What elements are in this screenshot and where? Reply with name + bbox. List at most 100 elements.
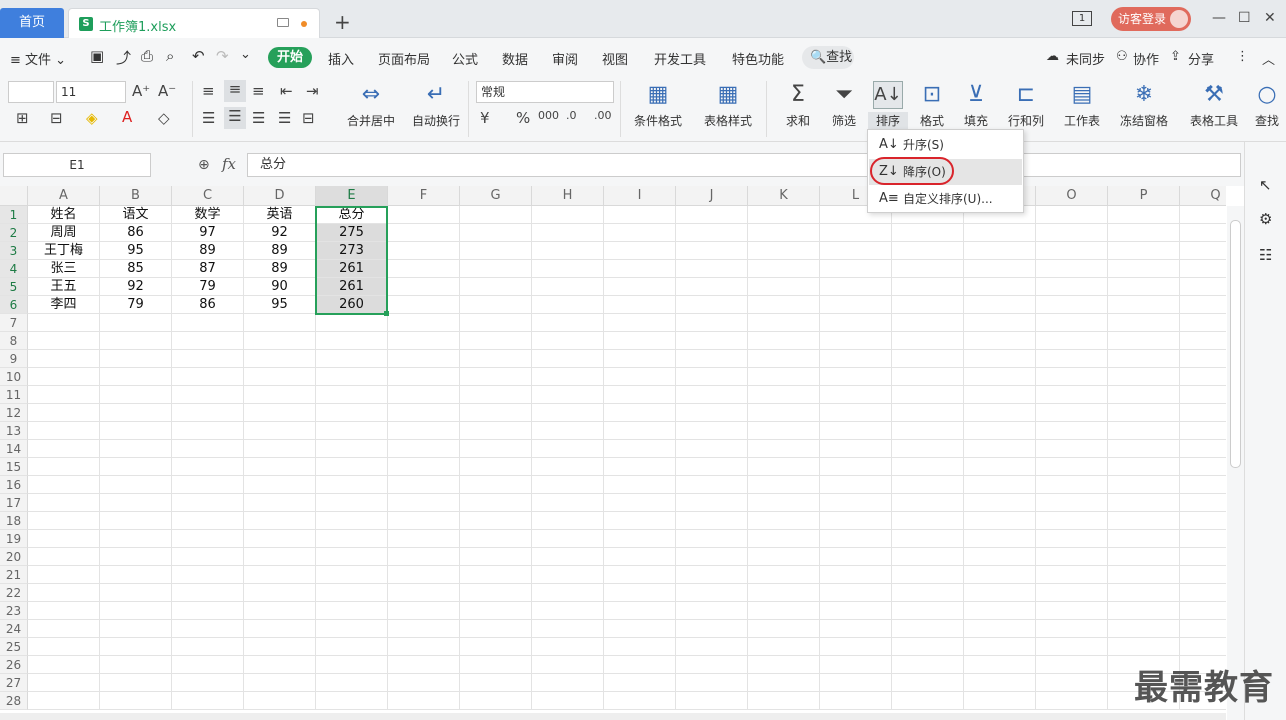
table-cell[interactable] bbox=[892, 458, 964, 476]
table-cell[interactable] bbox=[676, 674, 748, 692]
table-cell[interactable] bbox=[1108, 548, 1180, 566]
table-cell[interactable] bbox=[316, 620, 388, 638]
table-cell[interactable]: 王五 bbox=[28, 278, 100, 296]
table-cell[interactable] bbox=[244, 404, 316, 422]
vertical-scrollbar[interactable] bbox=[1227, 206, 1244, 720]
table-cell[interactable] bbox=[964, 314, 1036, 332]
minimize-button[interactable]: — bbox=[1212, 10, 1226, 26]
table-cell[interactable] bbox=[892, 278, 964, 296]
table-cell[interactable] bbox=[244, 584, 316, 602]
table-cell[interactable] bbox=[748, 296, 820, 314]
table-cell[interactable] bbox=[748, 260, 820, 278]
table-cell[interactable] bbox=[676, 368, 748, 386]
table-cell[interactable] bbox=[1036, 494, 1108, 512]
table-cell[interactable] bbox=[1108, 584, 1180, 602]
table-cell[interactable] bbox=[532, 674, 604, 692]
table-cell[interactable] bbox=[28, 404, 100, 422]
table-cell[interactable] bbox=[676, 314, 748, 332]
percent-icon[interactable]: % bbox=[516, 109, 530, 127]
table-cell[interactable] bbox=[1180, 242, 1226, 260]
table-cell[interactable] bbox=[460, 350, 532, 368]
table-cell[interactable] bbox=[1108, 314, 1180, 332]
table-cell[interactable] bbox=[532, 692, 604, 710]
row-header[interactable]: 12 bbox=[0, 404, 28, 422]
table-cell[interactable] bbox=[388, 620, 460, 638]
table-cell[interactable] bbox=[244, 386, 316, 404]
row-header[interactable]: 14 bbox=[0, 440, 28, 458]
table-cell[interactable] bbox=[748, 476, 820, 494]
table-cell[interactable] bbox=[100, 638, 172, 656]
table-cell[interactable] bbox=[100, 404, 172, 422]
table-cell[interactable] bbox=[460, 566, 532, 584]
table-cell[interactable] bbox=[1180, 512, 1226, 530]
table-cell[interactable] bbox=[316, 494, 388, 512]
table-cell[interactable] bbox=[28, 512, 100, 530]
table-cell[interactable] bbox=[100, 422, 172, 440]
table-cell[interactable] bbox=[820, 278, 892, 296]
table-cell[interactable] bbox=[964, 332, 1036, 350]
table-cell[interactable]: 89 bbox=[244, 242, 316, 260]
align-top-icon[interactable]: ≡ bbox=[202, 82, 215, 100]
table-cell[interactable] bbox=[892, 656, 964, 674]
table-cell[interactable] bbox=[820, 566, 892, 584]
new-tab-button[interactable]: + bbox=[334, 12, 351, 32]
table-cell[interactable] bbox=[676, 296, 748, 314]
table-cell[interactable] bbox=[28, 674, 100, 692]
align-right-icon[interactable]: ☰ bbox=[252, 109, 265, 127]
table-cell[interactable] bbox=[28, 620, 100, 638]
table-cell[interactable] bbox=[892, 440, 964, 458]
row-header[interactable]: 24 bbox=[0, 620, 28, 638]
table-cell[interactable] bbox=[460, 242, 532, 260]
number-format-select[interactable]: 常规 bbox=[476, 81, 614, 103]
file-menu[interactable]: ≡ 文件 ⌄ bbox=[10, 49, 66, 68]
save-icon[interactable]: ▣ bbox=[90, 47, 104, 65]
column-header[interactable]: I bbox=[604, 186, 676, 206]
table-cell[interactable] bbox=[1036, 332, 1108, 350]
collab-icon[interactable]: ⚇ bbox=[1116, 49, 1128, 64]
table-cell[interactable] bbox=[532, 332, 604, 350]
table-cell[interactable] bbox=[532, 278, 604, 296]
table-cell[interactable]: 275 bbox=[316, 224, 388, 242]
table-cell[interactable] bbox=[748, 566, 820, 584]
table-cell[interactable] bbox=[604, 350, 676, 368]
fill-button[interactable]: ⊻ 填充 bbox=[958, 81, 994, 129]
table-cell[interactable]: 89 bbox=[244, 260, 316, 278]
table-cell[interactable] bbox=[460, 584, 532, 602]
table-cell[interactable] bbox=[1036, 602, 1108, 620]
table-cell[interactable] bbox=[100, 584, 172, 602]
share-label[interactable]: 分享 bbox=[1188, 49, 1214, 68]
table-cell[interactable] bbox=[244, 530, 316, 548]
table-cell[interactable] bbox=[172, 656, 244, 674]
table-cell[interactable] bbox=[316, 512, 388, 530]
row-col-button[interactable]: ⊏ 行和列 bbox=[1002, 81, 1050, 129]
table-cell[interactable] bbox=[1180, 314, 1226, 332]
table-cell[interactable] bbox=[244, 638, 316, 656]
table-cell[interactable] bbox=[748, 350, 820, 368]
table-cell[interactable] bbox=[28, 692, 100, 710]
table-cell[interactable] bbox=[820, 548, 892, 566]
table-cell[interactable] bbox=[964, 422, 1036, 440]
scrollbar-thumb[interactable] bbox=[1230, 220, 1241, 468]
table-cell[interactable]: 260 bbox=[316, 296, 388, 314]
table-cell[interactable] bbox=[460, 332, 532, 350]
table-cell[interactable] bbox=[388, 422, 460, 440]
table-cell[interactable] bbox=[1108, 638, 1180, 656]
column-header[interactable]: H bbox=[532, 186, 604, 206]
table-cell[interactable] bbox=[460, 656, 532, 674]
table-cell[interactable] bbox=[1180, 278, 1226, 296]
justify-icon[interactable]: ☰ bbox=[278, 109, 291, 127]
table-cell[interactable] bbox=[28, 440, 100, 458]
table-cell[interactable] bbox=[388, 566, 460, 584]
table-cell[interactable] bbox=[172, 458, 244, 476]
table-cell[interactable] bbox=[388, 674, 460, 692]
share-icon[interactable]: ⇪ bbox=[1170, 49, 1181, 64]
table-cell[interactable] bbox=[892, 422, 964, 440]
table-cell[interactable] bbox=[1036, 422, 1108, 440]
table-cell[interactable] bbox=[604, 638, 676, 656]
table-cell[interactable] bbox=[28, 530, 100, 548]
table-cell[interactable] bbox=[532, 584, 604, 602]
table-cell[interactable] bbox=[1180, 224, 1226, 242]
table-cell[interactable] bbox=[1180, 260, 1226, 278]
table-cell[interactable] bbox=[532, 422, 604, 440]
row-header[interactable]: 6 bbox=[0, 296, 28, 314]
